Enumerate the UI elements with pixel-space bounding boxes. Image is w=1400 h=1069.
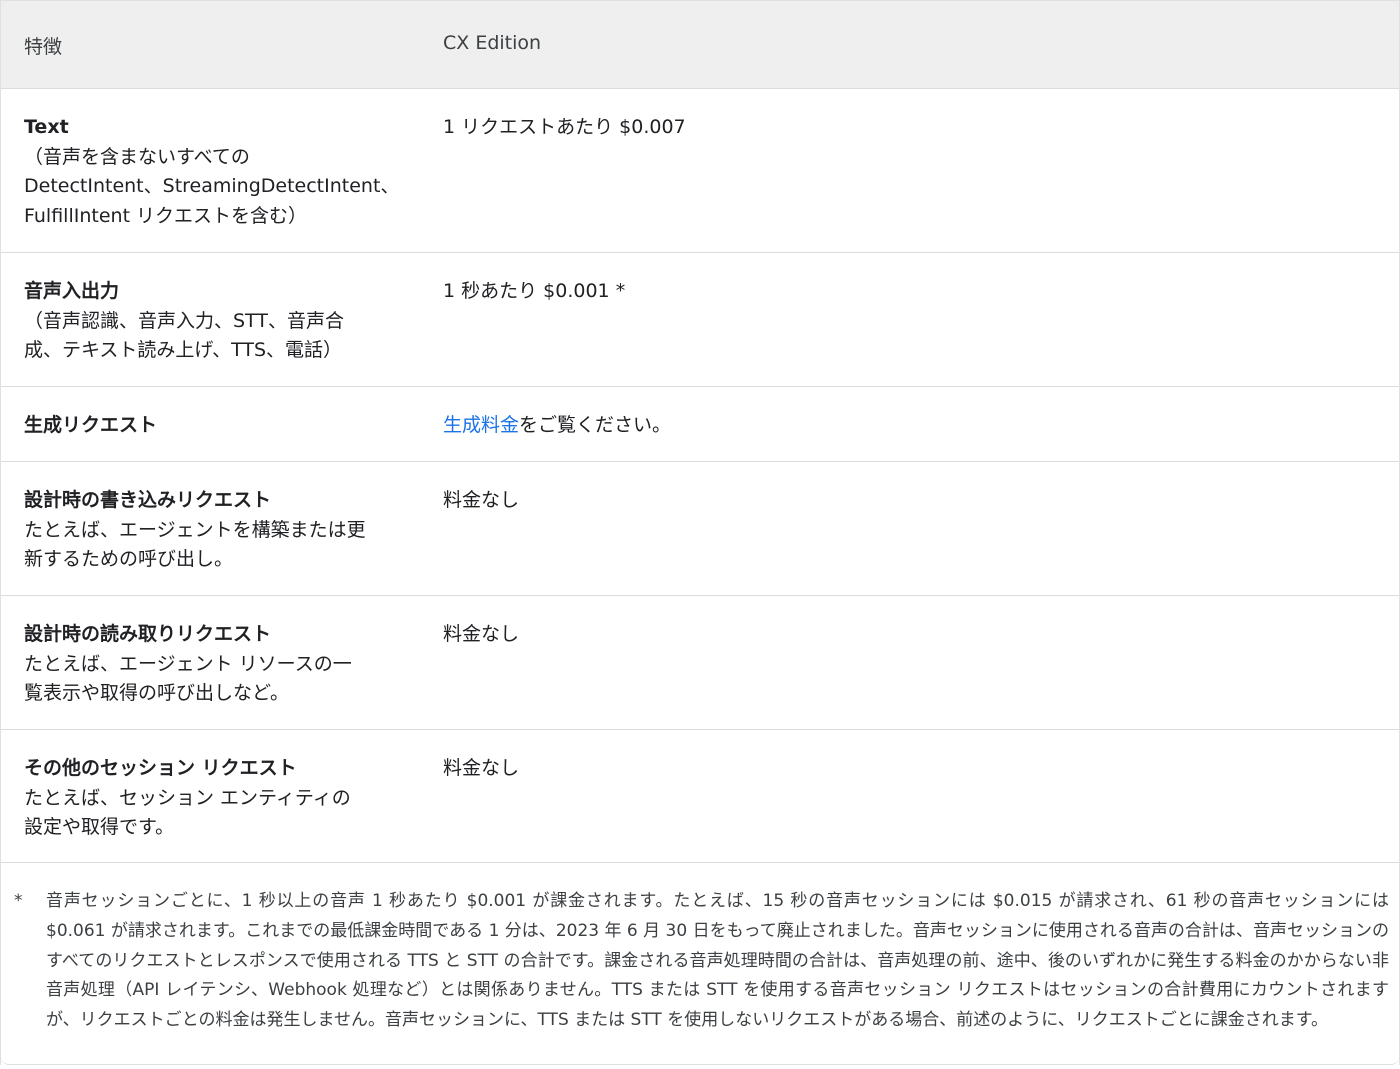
feature-description: （音声認識、音声入力、STT、音声合 成、テキスト読み上げ、TTS、電話） [24,309,344,362]
feature-cell: 設計時の読み取りリクエスト たとえば、エージェント リソースの一 覧表示や取得の… [1,596,420,729]
feature-description: たとえば、セッション エンティティの 設定や取得です。 [24,786,351,839]
table-header: 特徴 CX Edition [1,1,1399,89]
feature-description: （音声を含まないすべての DetectIntent、StreamingDetec… [24,145,400,227]
table-row-design-read: 設計時の読み取りリクエスト たとえば、エージェント リソースの一 覧表示や取得の… [1,596,1399,730]
feature-cell: 音声入出力 （音声認識、音声入力、STT、音声合 成、テキスト読み上げ、TTS、… [1,253,420,386]
table-row-voice: 音声入出力 （音声認識、音声入力、STT、音声合 成、テキスト読み上げ、TTS、… [1,253,1399,387]
feature-cell: 生成リクエスト [1,387,420,461]
price-cell: 1 秒あたり $0.001 * [420,253,1399,386]
feature-title: Text [24,116,69,138]
price-cell: 料金なし [420,462,1399,595]
price-cell: 料金なし [420,596,1399,729]
pricing-table: 特徴 CX Edition Text （音声を含まないすべての DetectIn… [0,0,1400,1065]
footnote-text: 音声セッションごとに、1 秒以上の音声 1 秒あたり $0.001 が課金されま… [46,891,1389,1031]
price-value: 1 リクエストあたり $0.007 [443,116,686,138]
footnote: * 音声セッションごとに、1 秒以上の音声 1 秒あたり $0.001 が課金さ… [1,863,1399,1065]
table-row-other-session: その他のセッション リクエスト たとえば、セッション エンティティの 設定や取得… [1,730,1399,863]
generative-pricing-link[interactable]: 生成料金 [443,414,519,436]
price-cell: 生成料金をご覧ください。 [420,387,1399,461]
price-cell: 1 リクエストあたり $0.007 [420,89,1399,252]
price-value: 料金なし [443,623,520,645]
footnote-mark: * [14,891,23,911]
feature-title: 設計時の書き込みリクエスト [24,489,272,511]
price-cell: 料金なし [420,730,1399,862]
header-edition: CX Edition [443,32,542,54]
price-value: 料金なし [443,489,520,511]
table-row-generative: 生成リクエスト 生成料金をご覧ください。 [1,387,1399,462]
feature-title: 音声入出力 [24,280,120,302]
price-suffix: をご覧ください。 [519,414,672,436]
feature-title: 設計時の読み取りリクエスト [24,623,272,645]
feature-title: 生成リクエスト [24,414,158,436]
feature-title: その他のセッション リクエスト [24,757,297,779]
feature-cell: その他のセッション リクエスト たとえば、セッション エンティティの 設定や取得… [1,730,420,862]
feature-description: たとえば、エージェントを構築または更 新するための呼び出し。 [24,518,366,571]
price-value: 料金なし [443,757,520,779]
table-row-text: Text （音声を含まないすべての DetectIntent、Streaming… [1,89,1399,253]
price-value: 1 秒あたり $0.001 * [443,280,626,302]
header-feature: 特徴 [24,36,63,58]
table-row-design-write: 設計時の書き込みリクエスト たとえば、エージェントを構築または更 新するための呼… [1,462,1399,596]
feature-cell: Text （音声を含まないすべての DetectIntent、Streaming… [1,89,420,252]
feature-description: たとえば、エージェント リソースの一 覧表示や取得の呼び出しなど。 [24,652,352,705]
feature-cell: 設計時の書き込みリクエスト たとえば、エージェントを構築または更 新するための呼… [1,462,420,595]
